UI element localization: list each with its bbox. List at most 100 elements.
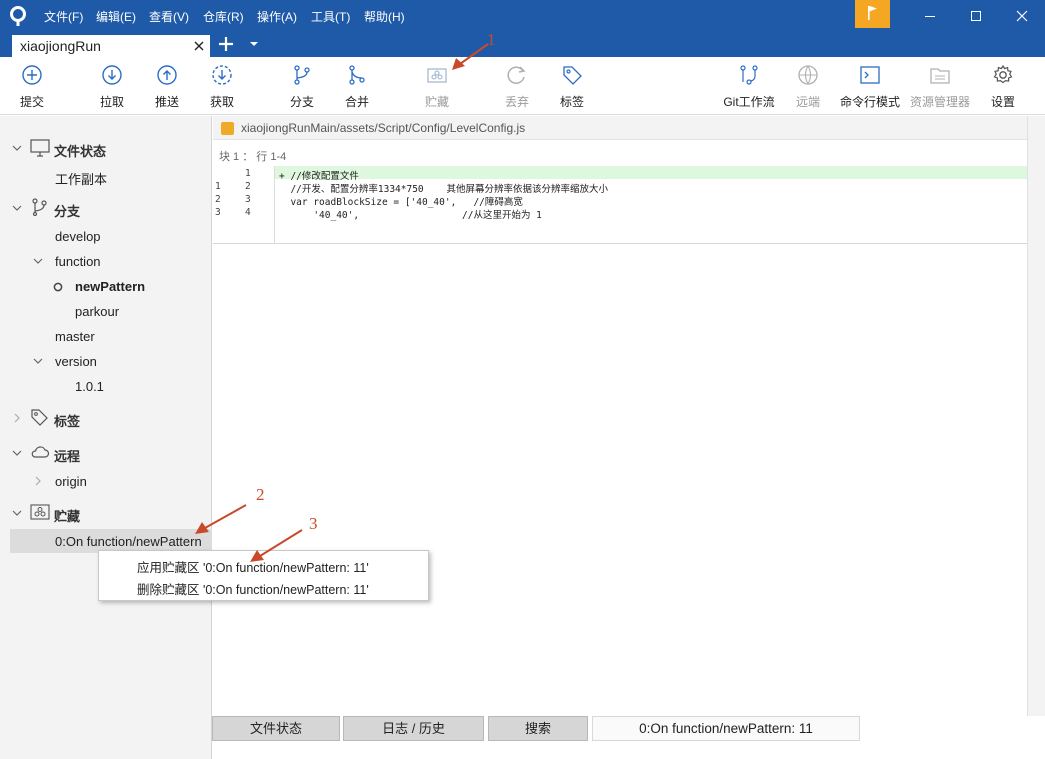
sidebar: 文件状态 工作副本 分支 develop function newPattern… bbox=[0, 116, 212, 759]
flag-button[interactable] bbox=[855, 0, 890, 28]
sidebar-item-working-copy[interactable]: 工作副本 bbox=[55, 169, 107, 188]
menu-repository[interactable]: 仓库(R) bbox=[203, 8, 244, 25]
tag-button[interactable]: 标签 bbox=[552, 57, 592, 115]
diff-line: '40_40', //从这里开始为 1 bbox=[279, 210, 542, 221]
stash-context-menu: 应用贮藏区 '0:On function/newPattern: 11' 删除贮… bbox=[98, 550, 429, 601]
close-icon bbox=[1016, 10, 1028, 22]
old-line-number: 1 bbox=[215, 181, 221, 192]
annotation-number-1: 1 bbox=[487, 30, 496, 49]
sidebar-item-master[interactable]: master bbox=[55, 329, 95, 344]
sidebar-item-origin[interactable]: origin bbox=[55, 474, 87, 489]
menu-help[interactable]: 帮助(H) bbox=[364, 8, 405, 25]
pull-label: 拉取 bbox=[99, 95, 124, 109]
branch-button[interactable]: 分支 bbox=[282, 57, 322, 115]
tag-label: 标签 bbox=[559, 95, 584, 109]
menu-actions[interactable]: 操作(A) bbox=[257, 8, 297, 25]
fetch-button[interactable]: 获取 bbox=[202, 57, 242, 115]
commit-button[interactable]: 提交 bbox=[12, 57, 52, 115]
current-branch-icon bbox=[53, 282, 63, 292]
sidebar-item-newpattern[interactable]: newPattern bbox=[75, 279, 145, 294]
terminal-button[interactable]: 命令行模式 bbox=[838, 57, 902, 115]
explorer-button[interactable]: 资源管理器 bbox=[908, 57, 972, 115]
branch-label: 分支 bbox=[289, 95, 314, 109]
tab-stash[interactable]: 0:On function/newPattern: 11 bbox=[592, 716, 860, 741]
toolbar: 提交 拉取 推送 获取 分支 合并 贮藏 丢弃 标签 Git工作流 远端 命令行… bbox=[0, 57, 1045, 115]
diff-view[interactable]: 1 + //修改配置文件 1 2 //开发、配置分辨率1334*750 其他屏幕… bbox=[213, 166, 1027, 244]
delete-stash-menu-item[interactable]: 删除贮藏区 '0:On function/newPattern: 11' bbox=[137, 579, 369, 598]
settings-button[interactable]: 设置 bbox=[983, 57, 1023, 115]
sidebar-item-develop[interactable]: develop bbox=[55, 229, 101, 244]
branch-icon bbox=[294, 65, 310, 85]
maximize-button[interactable] bbox=[953, 0, 999, 32]
add-tab-icon[interactable] bbox=[217, 35, 235, 53]
apply-stash-menu-item[interactable]: 应用贮藏区 '0:On function/newPattern: 11' bbox=[137, 557, 369, 576]
menu-edit[interactable]: 编辑(E) bbox=[96, 8, 136, 25]
diff-file-header: xiaojiongRunMain/assets/Script/Config/Le… bbox=[213, 116, 1027, 140]
sidebar-header-remotes[interactable]: 远程 bbox=[54, 446, 80, 465]
commit-label: 提交 bbox=[19, 95, 44, 109]
title-bar: 文件(F) 编辑(E) 查看(V) 仓库(R) 操作(A) 工具(T) 帮助(H… bbox=[0, 0, 1045, 32]
remote-button[interactable]: 远端 bbox=[788, 57, 828, 115]
sidebar-header-stashes[interactable]: 贮藏 bbox=[54, 506, 80, 525]
fetch-icon bbox=[212, 65, 232, 85]
stash-icon bbox=[30, 504, 50, 520]
push-icon bbox=[157, 65, 177, 85]
new-line-number: 1 bbox=[245, 168, 251, 179]
discard-icon bbox=[507, 66, 526, 84]
sidebar-header-file-status[interactable]: 文件状态 bbox=[54, 141, 106, 160]
pull-button[interactable]: 拉取 bbox=[92, 57, 132, 115]
push-button[interactable]: 推送 bbox=[147, 57, 187, 115]
sidebar-item-parkour[interactable]: parkour bbox=[75, 304, 119, 319]
push-label: 推送 bbox=[154, 95, 179, 109]
sidebar-item-1-0-1[interactable]: 1.0.1 bbox=[75, 379, 104, 394]
chevron-down-icon[interactable] bbox=[12, 508, 22, 518]
gitflow-label: Git工作流 bbox=[723, 95, 775, 109]
branch-icon bbox=[32, 198, 47, 216]
commit-icon bbox=[22, 65, 42, 85]
stash-button[interactable]: 贮藏 bbox=[417, 57, 457, 115]
chevron-down-icon[interactable] bbox=[33, 256, 43, 266]
stash-icon bbox=[427, 68, 447, 83]
sidebar-header-tags[interactable]: 标签 bbox=[54, 411, 80, 430]
tab-file-status[interactable]: 文件状态 bbox=[212, 716, 340, 741]
chevron-right-icon[interactable] bbox=[12, 413, 22, 423]
chevron-down-icon[interactable] bbox=[12, 203, 22, 213]
new-line-number: 3 bbox=[245, 194, 251, 205]
close-tab-icon[interactable] bbox=[192, 39, 206, 53]
repository-tab-label: xiaojiongRun bbox=[20, 38, 101, 54]
chevron-right-icon[interactable] bbox=[33, 476, 43, 486]
sidebar-item-function[interactable]: function bbox=[55, 254, 101, 269]
sidebar-item-version[interactable]: version bbox=[55, 354, 97, 369]
repository-tab[interactable]: xiaojiongRun bbox=[12, 35, 210, 57]
tab-search[interactable]: 搜索 bbox=[488, 716, 588, 741]
merge-button[interactable]: 合并 bbox=[337, 57, 377, 115]
chevron-down-icon[interactable] bbox=[249, 40, 259, 48]
minimize-button[interactable] bbox=[907, 0, 953, 32]
tab-log-history[interactable]: 日志 / 历史 bbox=[343, 716, 484, 741]
chevron-down-icon[interactable] bbox=[12, 448, 22, 458]
discard-label: 丢弃 bbox=[504, 95, 529, 109]
new-line-number: 4 bbox=[245, 207, 251, 218]
fetch-label: 获取 bbox=[209, 95, 234, 109]
menu-tools[interactable]: 工具(T) bbox=[311, 8, 350, 25]
gitflow-icon bbox=[740, 65, 758, 85]
tag-icon bbox=[563, 66, 582, 85]
chevron-down-icon[interactable] bbox=[33, 356, 43, 366]
diff-line: + //修改配置文件 bbox=[279, 171, 359, 182]
menu-view[interactable]: 查看(V) bbox=[149, 8, 189, 25]
discard-button[interactable]: 丢弃 bbox=[497, 57, 537, 115]
terminal-label: 命令行模式 bbox=[839, 95, 900, 109]
stash-item-label: 0:On function/newPattern bbox=[55, 534, 202, 549]
old-line-number: 3 bbox=[215, 207, 221, 218]
menu-file[interactable]: 文件(F) bbox=[44, 8, 83, 25]
chevron-down-icon[interactable] bbox=[12, 143, 22, 153]
repository-tab-row: xiaojiongRun bbox=[0, 32, 1045, 57]
gitflow-button[interactable]: Git工作流 bbox=[719, 57, 779, 115]
cloud-icon bbox=[31, 446, 50, 458]
monitor-icon bbox=[30, 139, 50, 157]
sidebar-header-branches[interactable]: 分支 bbox=[54, 201, 80, 220]
flag-icon bbox=[868, 6, 877, 20]
close-button[interactable] bbox=[999, 0, 1045, 32]
vertical-scrollbar[interactable] bbox=[1027, 116, 1045, 716]
file-modified-icon bbox=[221, 122, 234, 135]
